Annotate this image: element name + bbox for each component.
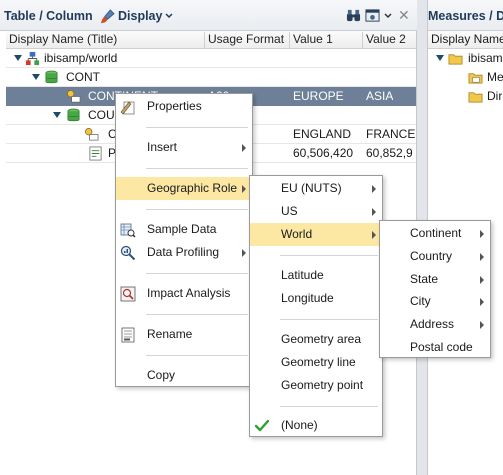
menu-item-insert[interactable]: Insert [116,136,252,159]
measure-group-icon [468,73,483,84]
sample-data-icon [120,223,136,238]
menu-item-impact-analysis[interactable]: Impact Analysis [116,282,252,305]
menu-separator [146,355,248,356]
view-options-chevron-icon[interactable] [384,13,392,19]
measures-panel-title: Measures / D [428,9,503,23]
data-profiling-icon [120,245,136,261]
impact-analysis-icon [120,286,136,302]
folder-icon [448,54,463,65]
menu-separator [146,209,248,210]
submenu-arrow-icon [372,185,376,193]
rename-icon [121,327,135,343]
key-field-icon [85,128,99,141]
menu-item-sample-data[interactable]: Sample Data [116,218,252,241]
segment-icon [67,108,80,122]
column-header-value-1[interactable]: Value 1 [290,32,363,49]
expand-toggle-icon[interactable] [14,55,22,61]
menu-separator [146,314,248,315]
binoculars-icon[interactable] [346,8,361,23]
tree-node-label: ibisamp [468,51,503,65]
menu-item-postal-code[interactable]: Postal code [380,336,490,359]
menu-item-continent[interactable]: Continent [380,222,490,245]
grid-column-header: Display Name (Title) Usage Format Value … [6,31,416,49]
segment-icon [45,70,58,84]
menu-item-eu-nuts[interactable]: EU (NUTS) [250,177,382,200]
context-menu: Properties Insert Geographic Role Sample… [115,93,253,387]
menu-separator [146,168,248,169]
menu-item-world[interactable]: World [250,223,382,246]
value-2-cell: ASIA [366,89,394,103]
measure-field-icon [89,146,102,161]
menu-item-copy[interactable]: Copy [116,364,252,387]
expand-toggle-icon[interactable] [436,55,444,61]
menu-item-geometry-point[interactable]: Geometry point [250,374,382,397]
tree-node-label: ibisamp/world [44,51,118,65]
properties-icon [120,101,135,115]
geographic-role-submenu: EU (NUTS) US World Latitude Longitude Ge… [249,175,383,437]
submenu-arrow-icon [242,249,246,257]
view-options-icon[interactable] [365,8,380,23]
menu-item-city[interactable]: City [380,290,490,313]
measures-toolbar: Measures / D [428,0,503,31]
menu-item-geographic-role[interactable]: Geographic Role [116,177,252,200]
column-header-value-2[interactable]: Value 2 [363,32,416,49]
measures-column-header[interactable]: Display Name [428,31,503,49]
column-header-display-name[interactable]: Display Name (Title) [6,32,205,49]
submenu-arrow-icon [480,298,484,306]
close-icon[interactable]: ✕ [398,7,410,24]
display-dropdown-label: Display [118,9,163,23]
menu-separator [146,127,248,128]
display-brush-icon [100,8,115,23]
menu-item-state[interactable]: State [380,268,490,291]
menu-item-none[interactable]: (None) [250,414,382,437]
panel-title: Table / Column [4,9,93,23]
menu-item-latitude[interactable]: Latitude [250,264,382,287]
display-dropdown[interactable]: Display [100,7,173,25]
value-1-cell: EUROPE [293,89,344,103]
menu-separator [146,273,248,274]
menu-separator [280,406,378,407]
measures-tree-row[interactable]: Dir [428,87,503,106]
measures-tree-row[interactable]: Me [428,68,503,87]
submenu-arrow-icon [480,253,484,261]
column-header-usage-format[interactable]: Usage Format [205,32,290,49]
chevron-down-icon [165,13,173,19]
key-field-icon [67,90,81,103]
submenu-arrow-icon [480,321,484,329]
submenu-arrow-icon [480,230,484,238]
tree-node-label: Dir [487,89,503,103]
menu-item-properties[interactable]: Properties [116,95,252,118]
measures-tree-row[interactable]: ibisamp [428,49,503,68]
submenu-arrow-icon [480,276,484,284]
tree-node-label: Me [487,70,503,84]
submenu-arrow-icon [372,231,376,239]
checkmark-icon [254,419,270,432]
menu-separator [280,255,378,256]
tree-row[interactable]: CONT [6,68,416,87]
menu-item-geometry-line[interactable]: Geometry line [250,351,382,374]
database-hierarchy-icon [25,51,40,66]
value-1-cell: 60,506,420 [293,146,354,160]
value-1-cell: ENGLAND [293,127,352,141]
expand-toggle-icon[interactable] [53,112,61,118]
menu-item-geometry-area[interactable]: Geometry area [250,328,382,351]
tree-node-label: CONT [66,70,100,84]
submenu-arrow-icon [242,144,246,152]
menu-item-country[interactable]: Country [380,245,490,268]
tree-row[interactable]: ibisamp/world [6,49,416,68]
menu-item-data-profiling[interactable]: Data Profiling [116,241,252,264]
menu-separator [280,319,378,320]
expand-toggle-icon[interactable] [32,74,40,80]
menu-item-longitude[interactable]: Longitude [250,287,382,310]
value-2-cell: 60,852,9 [366,146,413,160]
submenu-arrow-icon [372,208,376,216]
menu-item-us[interactable]: US [250,200,382,223]
menu-item-address[interactable]: Address [380,313,490,336]
submenu-arrow-icon [242,185,246,193]
world-submenu: Continent Country State City Address Pos… [379,220,491,358]
panel-toolbar: Table / Column Display ✕ [0,0,417,31]
menu-item-rename[interactable]: Rename [116,323,252,346]
value-2-cell: FRANCE [366,127,416,141]
folder-icon [468,92,483,103]
